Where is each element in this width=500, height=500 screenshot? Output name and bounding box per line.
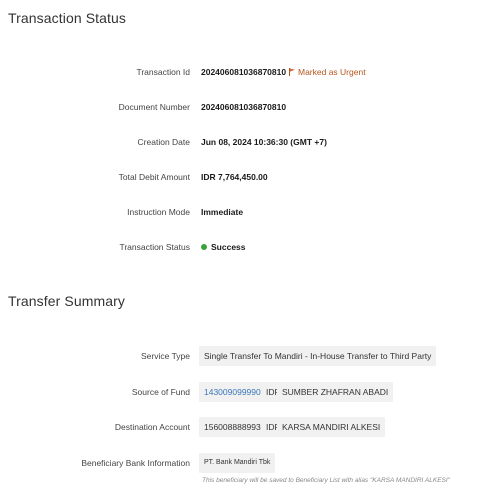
- flag-icon: [289, 68, 295, 76]
- beneficiary-save-note: This beneficiary will be saved to Benefi…: [202, 477, 450, 484]
- source-of-fund-label: Source of Fund: [131, 387, 190, 397]
- document-number-row: Document Number 202406081036870810: [0, 99, 500, 117]
- success-dot-icon: [201, 244, 207, 250]
- total-debit-label: Total Debit Amount: [118, 172, 190, 182]
- urgent-indicator: Marked as Urgent: [289, 67, 366, 77]
- transaction-id-label: Transaction Id: [136, 67, 190, 77]
- instruction-mode-label: Instruction Mode: [127, 207, 190, 217]
- destination-account-row: Destination Account 1560088889938 IDR KA…: [0, 417, 500, 437]
- transaction-status-text: Success: [211, 242, 246, 252]
- destination-account-name: KARSA MANDIRI ALKESI: [277, 417, 386, 437]
- service-type-row: Service Type Single Transfer To Mandiri …: [0, 346, 500, 366]
- creation-date-row: Creation Date Jun 08, 2024 10:36:30 (GMT…: [0, 134, 500, 152]
- total-debit-value: IDR 7,764,450.00: [201, 172, 268, 182]
- document-number-value: 202406081036870810: [201, 102, 287, 112]
- transaction-status-label: Transaction Status: [119, 242, 190, 252]
- service-type-label: Service Type: [141, 351, 190, 361]
- service-type-value: Single Transfer To Mandiri - In-House Tr…: [199, 346, 437, 366]
- creation-date-label: Creation Date: [137, 137, 190, 147]
- transfer-summary-title: Transfer Summary: [8, 293, 125, 309]
- destination-account-label: Destination Account: [114, 422, 190, 432]
- instruction-mode-value: Immediate: [201, 207, 244, 217]
- source-account-name: SUMBER ZHAFRAN ABADI: [277, 382, 394, 402]
- source-account-link[interactable]: 1430090999903: [199, 382, 271, 402]
- transaction-status-title: Transaction Status: [8, 10, 127, 26]
- transaction-status-row: Transaction Status Success: [0, 239, 500, 257]
- transaction-id-value: 202406081036870810: [201, 67, 287, 77]
- total-debit-row: Total Debit Amount IDR 7,764,450.00: [0, 169, 500, 187]
- transaction-status-value: Success: [201, 242, 246, 252]
- creation-date-value: Jun 08, 2024 10:36:30 (GMT +7): [201, 137, 327, 147]
- beneficiary-bank-label: Beneficiary Bank Information: [81, 458, 190, 468]
- destination-account-number: 1560088889938: [199, 417, 271, 437]
- beneficiary-bank-value: PT. Bank Mandiri Tbk: [199, 453, 276, 473]
- instruction-mode-row: Instruction Mode Immediate: [0, 204, 500, 222]
- transaction-id-row: Transaction Id 202406081036870810 Marked…: [0, 64, 500, 82]
- urgent-label: Marked as Urgent: [298, 67, 366, 77]
- source-of-fund-row: Source of Fund 1430090999903 IDR SUMBER …: [0, 382, 500, 402]
- document-number-label: Document Number: [118, 102, 190, 112]
- beneficiary-bank-row: Beneficiary Bank Information PT. Bank Ma…: [0, 453, 500, 484]
